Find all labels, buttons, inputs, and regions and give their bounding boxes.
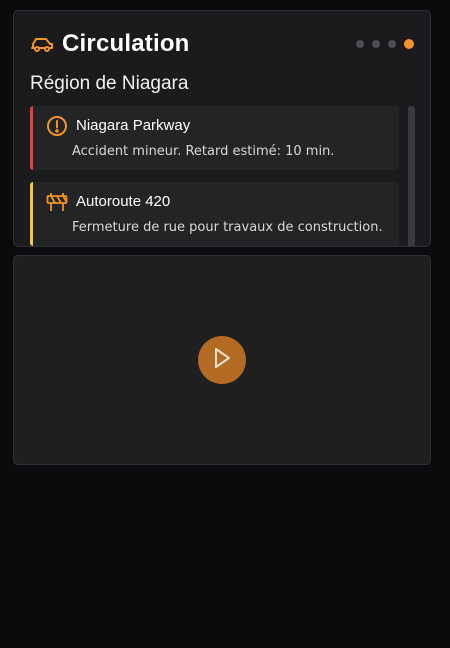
incident-item[interactable]: Autoroute 420 Fermeture de rue pour trav… xyxy=(30,182,399,246)
card-title: Circulation xyxy=(62,30,190,57)
incident-description: Fermeture de rue pour travaux de constru… xyxy=(72,220,383,235)
incident-description: Accident mineur. Retard estimé: 10 min. xyxy=(72,144,335,159)
region-label: Région de Niagara xyxy=(30,73,189,94)
pagination-dot[interactable] xyxy=(356,40,364,48)
pagination-dots xyxy=(356,39,414,49)
video-player[interactable] xyxy=(13,255,431,465)
card-header: Circulation xyxy=(30,29,190,59)
warning-circle-icon xyxy=(46,115,68,137)
incident-item[interactable]: Niagara Parkway Accident mineur. Retard … xyxy=(30,106,399,170)
road-barrier-icon xyxy=(46,191,68,213)
play-button[interactable] xyxy=(198,336,246,384)
pagination-dot-active[interactable] xyxy=(404,39,414,49)
incident-title: Niagara Parkway xyxy=(76,117,191,134)
pagination-dot[interactable] xyxy=(388,40,396,48)
play-icon xyxy=(212,347,232,374)
incident-title: Autoroute 420 xyxy=(76,193,171,210)
pagination-dot[interactable] xyxy=(372,40,380,48)
traffic-card: Circulation Région de Niagara Niagara Pa… xyxy=(13,10,431,247)
scrollbar[interactable] xyxy=(408,106,415,246)
car-icon xyxy=(30,34,56,54)
incident-list: Niagara Parkway Accident mineur. Retard … xyxy=(30,106,399,246)
